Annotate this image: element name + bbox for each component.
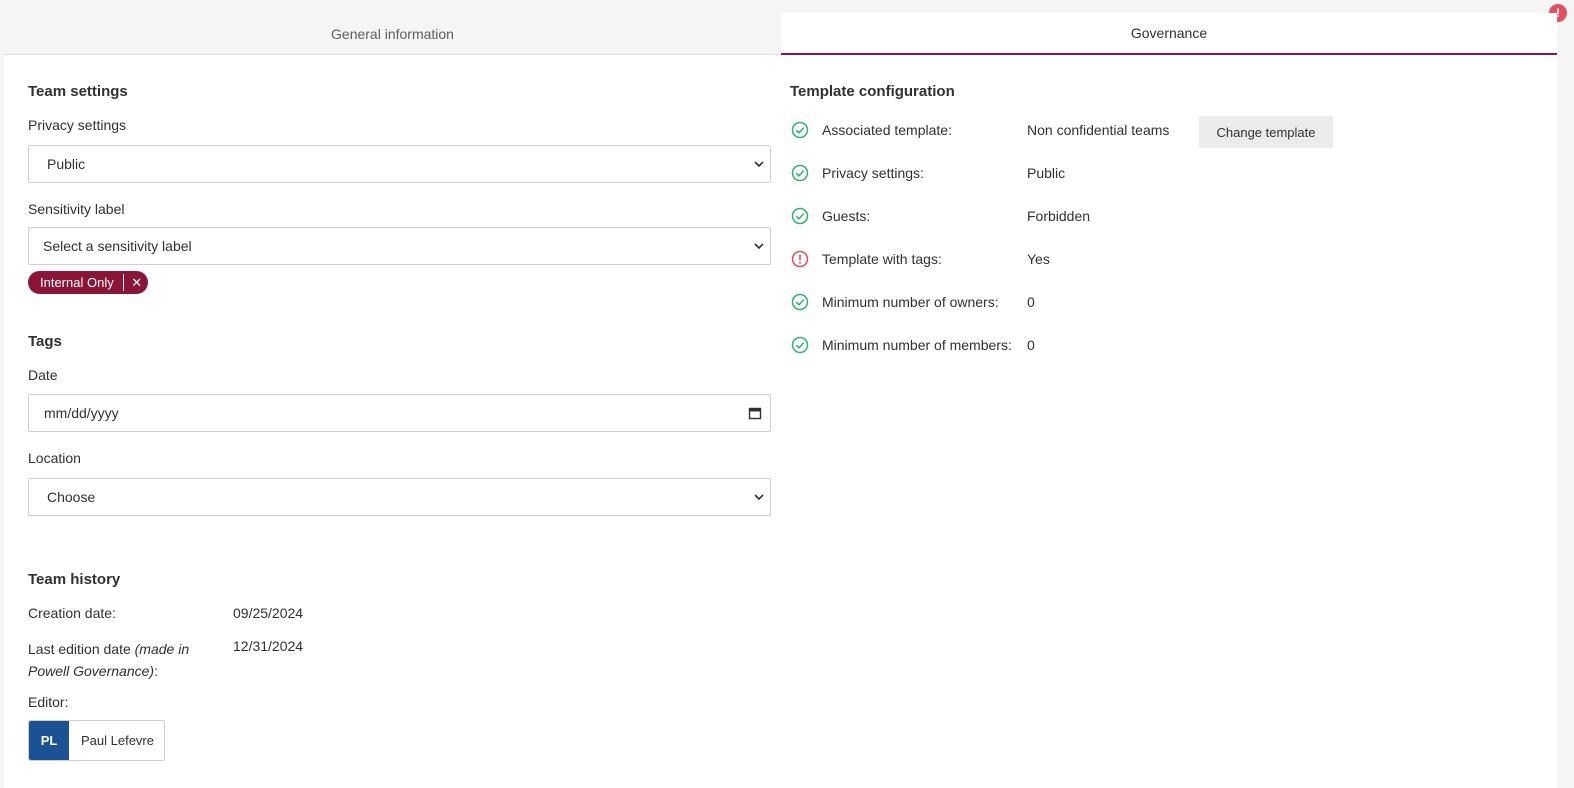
creation-date-value: 09/25/2024 (233, 605, 304, 621)
date-label: Date (28, 367, 58, 383)
calendar-icon[interactable] (744, 406, 766, 420)
check-circle-icon (791, 164, 809, 182)
governance-row-label: Minimum number of members: (822, 337, 1012, 353)
chevron-down-icon (748, 491, 770, 503)
error-circle-icon (791, 250, 809, 268)
governance-row-label: Privacy settings: (822, 165, 924, 181)
governance-row-value: 0 (1027, 337, 1035, 353)
last-edition-suffix: : (154, 663, 158, 679)
governance-row: Privacy settings: Public (790, 162, 1065, 184)
chip-divider (122, 274, 124, 291)
editor-label: Editor: (28, 694, 69, 710)
sensitivity-label-label: Sensitivity label (28, 201, 125, 217)
template-configuration-title: Template configuration (790, 83, 955, 100)
avatar: PL (29, 721, 69, 760)
date-input[interactable]: mm/dd/yyyy (28, 394, 771, 432)
editor-name: Paul Lefevre (81, 733, 154, 748)
last-edition-text: Last edition date (28, 641, 131, 657)
location-label: Location (28, 450, 81, 466)
creation-date-label: Creation date: (28, 605, 116, 621)
tab-bar: General information Governance (4, 13, 1557, 55)
chevron-down-icon (748, 158, 770, 170)
close-icon[interactable]: ✕ (130, 275, 148, 291)
sensitivity-label-select[interactable]: Select a sensitivity label (28, 227, 771, 265)
privacy-settings-label: Privacy settings (28, 117, 127, 133)
team-settings-title: Team settings (28, 83, 128, 100)
governance-row-value: 0 (1027, 294, 1035, 310)
change-template-button[interactable]: Change template (1199, 116, 1333, 148)
governance-row-label: Guests: (822, 208, 871, 224)
tab-general-information[interactable]: General information (4, 13, 781, 55)
governance-row-value: Forbidden (1027, 208, 1091, 224)
governance-row: Template with tags: Yes (790, 248, 1050, 270)
tags-title: Tags (28, 333, 62, 350)
check-circle-icon (791, 336, 809, 354)
privacy-settings-select[interactable]: Public (28, 145, 771, 183)
last-edition-date-value: 12/31/2024 (233, 638, 304, 654)
chevron-down-icon (748, 240, 770, 252)
date-placeholder: mm/dd/yyyy (44, 405, 119, 421)
check-circle-icon (791, 293, 809, 311)
privacy-settings-value: Public (47, 156, 86, 172)
check-circle-icon (791, 207, 809, 225)
governance-row-label: Template with tags: (822, 251, 942, 267)
location-value: Choose (47, 489, 96, 505)
sensitivity-chip: Internal Only ✕ (28, 271, 148, 294)
governance-row-value: Public (1027, 165, 1066, 181)
governance-row: Minimum number of owners: 0 (790, 291, 1035, 313)
sensitivity-chip-label: Internal Only (40, 275, 114, 290)
editor-persona[interactable]: PL Paul Lefevre (28, 720, 165, 761)
governance-row: Associated template: Non confidential tea… (790, 119, 1169, 141)
governance-row-label: Associated template: (822, 122, 952, 138)
governance-row: Minimum number of members: 0 (790, 334, 1035, 356)
check-circle-icon (791, 121, 809, 139)
last-edition-date-label: Last edition date (made in Powell Govern… (28, 638, 218, 682)
governance-row-value: Yes (1027, 251, 1050, 267)
sensitivity-label-placeholder: Select a sensitivity label (43, 238, 192, 254)
location-select[interactable]: Choose (28, 478, 771, 516)
tab-governance[interactable]: Governance (781, 13, 1557, 55)
governance-row: Guests: Forbidden (790, 205, 1090, 227)
governance-row-label: Minimum number of owners: (822, 294, 999, 310)
team-history-title: Team history (28, 571, 121, 588)
team-details-panel: General information Governance Team sett… (4, 13, 1557, 788)
governance-row-value: Non confidential teams (1027, 122, 1170, 138)
